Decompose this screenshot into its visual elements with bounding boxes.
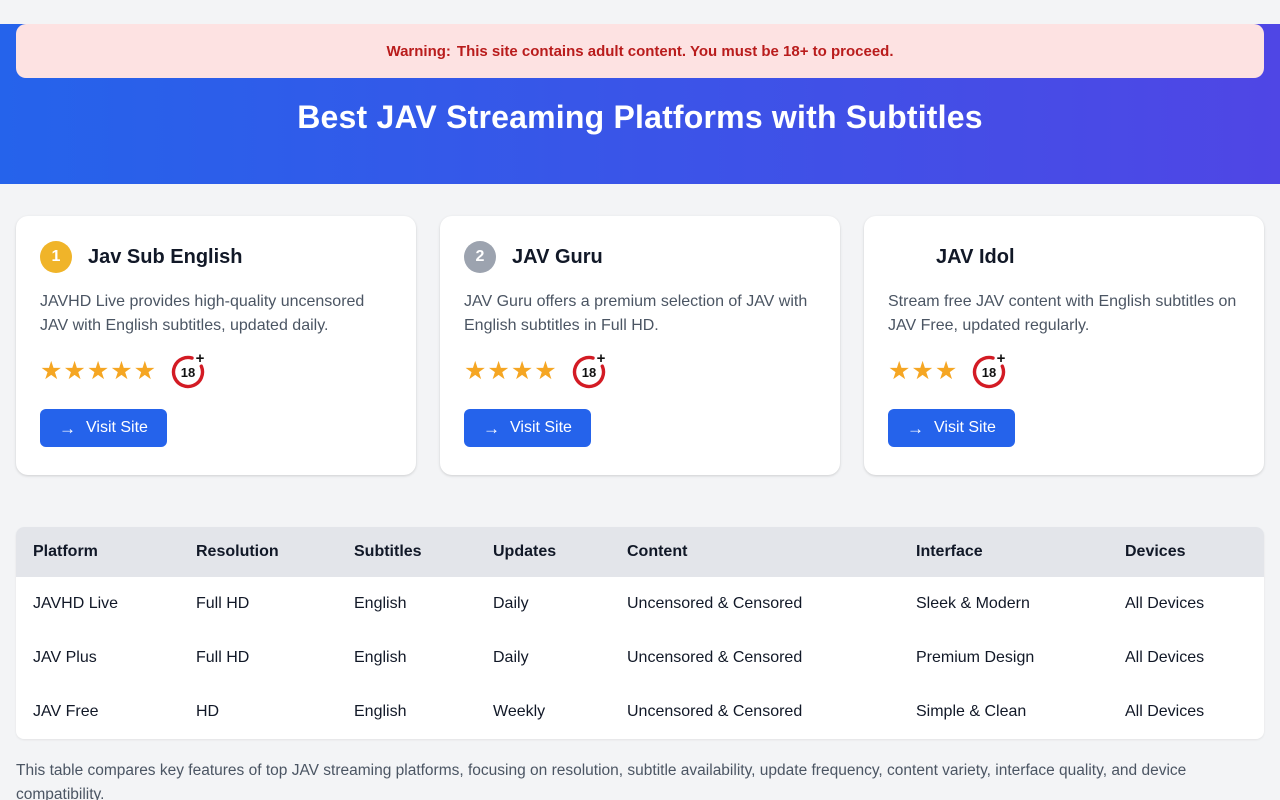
platform-card-jav-guru: 2 JAV Guru JAV Guru offers a premium sel… xyxy=(440,216,840,475)
cell-devices: All Devices xyxy=(1108,685,1264,739)
platform-title: JAV Idol xyxy=(936,246,1015,269)
arrow-right-icon: → xyxy=(907,420,924,437)
column-header-resolution: Resolution xyxy=(179,527,337,577)
comparison-table: Platform Resolution Subtitles Updates Co… xyxy=(16,527,1264,739)
rating-row: ★★★ 18 + xyxy=(888,352,1240,390)
column-header-updates: Updates xyxy=(476,527,610,577)
adult-warning-banner: Warning: This site contains adult conten… xyxy=(16,24,1264,78)
cell-platform: JAVHD Live xyxy=(16,577,179,631)
column-header-subtitles: Subtitles xyxy=(337,527,476,577)
platform-card-jav-idol: JAV Idol Stream free JAV content with En… xyxy=(864,216,1264,475)
cell-updates: Daily xyxy=(476,577,610,631)
cell-platform: JAV Plus xyxy=(16,631,179,685)
platform-description: Stream free JAV content with English sub… xyxy=(888,290,1240,338)
cell-interface: Sleek & Modern xyxy=(899,577,1108,631)
visit-site-label: Visit Site xyxy=(86,419,148,437)
column-header-platform: Platform xyxy=(16,527,179,577)
visit-site-label: Visit Site xyxy=(934,419,996,437)
comparison-table-container: Platform Resolution Subtitles Updates Co… xyxy=(16,527,1264,739)
hero-header: Warning: This site contains adult conten… xyxy=(0,24,1280,184)
cell-content: Uncensored & Censored xyxy=(610,577,899,631)
cell-subtitles: English xyxy=(337,685,476,739)
visit-site-button[interactable]: → Visit Site xyxy=(888,409,1015,447)
visit-site-button[interactable]: → Visit Site xyxy=(464,409,591,447)
column-header-interface: Interface xyxy=(899,527,1108,577)
table-header-row: Platform Resolution Subtitles Updates Co… xyxy=(16,527,1264,577)
platform-title: JAV Guru xyxy=(512,246,603,269)
platform-title: Jav Sub English xyxy=(88,246,242,269)
cell-platform: JAV Free xyxy=(16,685,179,739)
rank-2-badge: 2 xyxy=(464,241,496,273)
cell-devices: All Devices xyxy=(1108,577,1264,631)
rank-1-badge: 1 xyxy=(40,241,72,273)
cell-content: Uncensored & Censored xyxy=(610,631,899,685)
warning-text: This site contains adult content. You mu… xyxy=(457,43,894,60)
visit-site-button[interactable]: → Visit Site xyxy=(40,409,167,447)
column-header-content: Content xyxy=(610,527,899,577)
18-plus-icon: 18 + xyxy=(570,352,608,390)
cell-resolution: Full HD xyxy=(179,631,337,685)
18-plus-icon: 18 + xyxy=(169,352,207,390)
arrow-right-icon: → xyxy=(59,420,76,437)
table-summary-note: This table compares key features of top … xyxy=(16,759,1248,800)
cell-subtitles: English xyxy=(337,577,476,631)
cell-resolution: Full HD xyxy=(179,577,337,631)
star-rating-icon: ★★★★★ xyxy=(40,359,157,384)
warning-label: Warning: xyxy=(386,43,450,60)
visit-site-label: Visit Site xyxy=(510,419,572,437)
cell-interface: Premium Design xyxy=(899,631,1108,685)
star-rating-icon: ★★★ xyxy=(888,359,958,384)
cell-updates: Weekly xyxy=(476,685,610,739)
age-plus-label: + xyxy=(997,352,1006,367)
column-header-devices: Devices xyxy=(1108,527,1264,577)
cell-resolution: HD xyxy=(179,685,337,739)
age-18-label: 18 xyxy=(581,365,595,380)
table-row: JAVHD Live Full HD English Daily Uncenso… xyxy=(16,577,1264,631)
age-18-label: 18 xyxy=(181,365,195,380)
table-row: JAV Free HD English Weekly Uncensored & … xyxy=(16,685,1264,739)
cell-updates: Daily xyxy=(476,631,610,685)
cell-content: Uncensored & Censored xyxy=(610,685,899,739)
rating-row: ★★★★★ 18 + xyxy=(40,352,392,390)
cell-interface: Simple & Clean xyxy=(899,685,1108,739)
age-plus-label: + xyxy=(596,352,605,367)
star-rating-icon: ★★★★ xyxy=(464,359,558,384)
platform-cards-row: 1 Jav Sub English JAVHD Live provides hi… xyxy=(0,184,1280,475)
cell-subtitles: English xyxy=(337,631,476,685)
rating-row: ★★★★ 18 + xyxy=(464,352,816,390)
age-plus-label: + xyxy=(196,352,205,367)
arrow-right-icon: → xyxy=(483,420,500,437)
platform-description: JAV Guru offers a premium selection of J… xyxy=(464,290,816,338)
cell-devices: All Devices xyxy=(1108,631,1264,685)
platform-description: JAVHD Live provides high-quality uncenso… xyxy=(40,290,392,338)
page-title: Best JAV Streaming Platforms with Subtit… xyxy=(0,99,1280,136)
18-plus-icon: 18 + xyxy=(970,352,1008,390)
age-18-label: 18 xyxy=(982,365,996,380)
platform-card-jav-sub-english: 1 Jav Sub English JAVHD Live provides hi… xyxy=(16,216,416,475)
table-row: JAV Plus Full HD English Daily Uncensore… xyxy=(16,631,1264,685)
